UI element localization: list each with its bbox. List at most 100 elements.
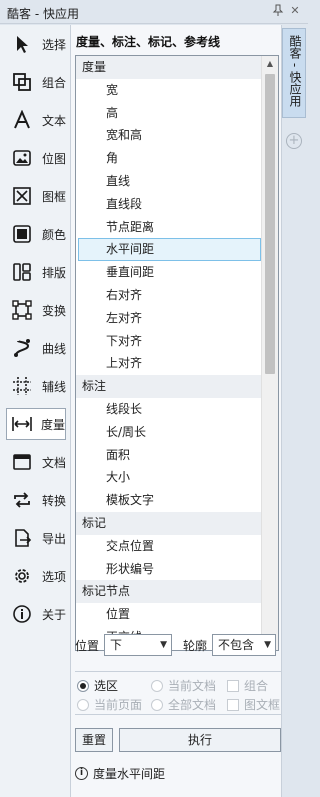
scrollbar-thumb[interactable]: [265, 74, 275, 374]
position-select-value: 下: [110, 638, 123, 652]
sidebar-item-options[interactable]: 选项: [6, 560, 66, 592]
window-titlebar: 酷客 - 快应用 ✕: [0, 0, 308, 24]
sidebar-item-label: 文本: [41, 113, 66, 128]
measure-panel: 度量、标注、标记、参考线 度量宽高宽和高角直线 直线段 节点距离 水平间距 垂直间距 右对…: [70, 25, 282, 797]
list-item[interactable]: 线段长: [76, 398, 263, 421]
sidebar-item-label: 度量: [41, 417, 66, 432]
sidebar-item-label: 文档: [41, 455, 66, 470]
chevron-down-icon: ▼: [264, 640, 272, 650]
list-item[interactable]: 大小: [76, 466, 263, 489]
scroll-up-icon[interactable]: ▲: [262, 56, 278, 72]
sidebar-item-convert[interactable]: 转换: [6, 484, 66, 516]
list-item[interactable]: 宽: [76, 79, 263, 102]
list-item[interactable]: 直线: [76, 170, 263, 193]
sidebar-item-label: 组合: [41, 75, 66, 90]
list-item[interactable]: 位置: [76, 603, 263, 626]
dock-tab-quick-apps[interactable]: 酷客 - 快应用: [282, 28, 306, 118]
measure-list-items: 度量宽高宽和高角直线 直线段 节点距离 水平间距 垂直间距 右对齐 左对齐 下对齐 上对齐 标注线…: [76, 56, 263, 649]
group-squares-icon: [10, 70, 34, 94]
list-item[interactable]: 宽和高: [76, 124, 263, 147]
reset-button[interactable]: 重置: [75, 728, 113, 752]
scope-current-page-label: 当前页面: [94, 698, 143, 712]
export-icon: [10, 526, 34, 550]
list-item[interactable]: 垂直间距: [76, 261, 263, 284]
right-dock: 酷客 - 快应用 +: [282, 25, 308, 797]
sidebar: 选择 组合 文本 位图 图框 颜色 排版 变换 曲线 辅线 度量 文档 转换 导…: [0, 25, 70, 797]
sidebar-item-select[interactable]: 选择: [6, 28, 66, 60]
chevron-down-icon: ▼: [160, 640, 168, 650]
sidebar-item-label: 辅线: [41, 379, 66, 394]
sidebar-item-export[interactable]: 导出: [6, 522, 66, 554]
outline-select[interactable]: 不包含 ▼: [212, 634, 277, 656]
cursor-arrow-icon: [10, 32, 34, 56]
scope-group-label: 组合: [244, 679, 269, 693]
sidebar-item-bitmap[interactable]: 位图: [6, 142, 66, 174]
list-item[interactable]: 右对齐: [76, 284, 263, 307]
dock-tab-label: 酷客 - 快应用: [288, 35, 302, 107]
sidebar-item-guides[interactable]: 辅线: [6, 370, 66, 402]
sidebar-item-layout[interactable]: 排版: [6, 256, 66, 288]
list-item[interactable]: 交点位置: [76, 535, 263, 558]
list-scrollbar[interactable]: ▲ ▼: [261, 56, 278, 650]
pin-icon[interactable]: [271, 4, 285, 18]
checkbox-icon: [227, 679, 239, 692]
list-item[interactable]: 角: [76, 147, 263, 170]
color-square-icon: [10, 222, 34, 246]
close-icon[interactable]: ✕: [288, 4, 302, 18]
scope-current-page-radio[interactable]: 当前页面: [77, 696, 142, 713]
list-item[interactable]: 直线段: [76, 193, 263, 216]
image-icon: [10, 146, 34, 170]
info-icon: [10, 602, 34, 626]
radio-icon: [77, 698, 89, 711]
sidebar-item-measure[interactable]: 度量: [6, 408, 66, 440]
radio-icon: [151, 698, 163, 711]
list-item[interactable]: 下对齐: [76, 330, 263, 353]
scope-image-frame-checkbox[interactable]: 图文框: [227, 696, 280, 713]
position-outline-row: 位置 下 ▼ 轮廓 不包含 ▼: [75, 633, 281, 657]
document-icon: [10, 450, 34, 474]
list-group-header: 标记: [76, 511, 263, 535]
measure-list[interactable]: 度量宽高宽和高角直线 直线段 节点距离 水平间距 垂直间距 右对齐 左对齐 下对齐 上对齐 标注线…: [75, 55, 279, 651]
list-item[interactable]: 面积: [76, 444, 263, 467]
list-item[interactable]: 形状编号: [76, 558, 263, 581]
list-item[interactable]: 模板文字: [76, 489, 263, 512]
sidebar-item-curve[interactable]: 曲线: [6, 332, 66, 364]
list-group-header: 标注: [76, 375, 263, 398]
list-item[interactable]: 水平间距: [78, 238, 261, 262]
sidebar-item-text[interactable]: 文本: [6, 104, 66, 136]
sidebar-item-transform[interactable]: 变换: [6, 294, 66, 326]
list-group-header: 标记节点: [76, 580, 263, 604]
radio-icon: [151, 679, 163, 692]
position-select[interactable]: 下 ▼: [104, 634, 173, 656]
scope-all-docs-label: 全部文档: [168, 698, 217, 712]
text-a-icon: [10, 108, 34, 132]
list-item[interactable]: 左对齐: [76, 307, 263, 330]
sidebar-item-frame[interactable]: 图框: [6, 180, 66, 212]
list-group-header: 度量: [76, 56, 263, 79]
checkbox-icon: [227, 698, 239, 711]
sidebar-item-group[interactable]: 组合: [6, 66, 66, 98]
sidebar-item-label: 图框: [41, 189, 66, 204]
sidebar-item-color[interactable]: 颜色: [6, 218, 66, 250]
scope-group-checkbox[interactable]: 组合: [227, 677, 268, 694]
sidebar-item-label: 关于: [41, 607, 66, 622]
sidebar-item-document[interactable]: 文档: [6, 446, 66, 478]
list-item[interactable]: 长/周长: [76, 421, 263, 444]
scope-all-docs-radio[interactable]: 全部文档: [151, 696, 216, 713]
sidebar-item-about[interactable]: 关于: [6, 598, 66, 630]
scope-selection-radio[interactable]: 选区: [77, 677, 118, 694]
gear-icon: [10, 564, 34, 588]
transform-icon: [10, 298, 34, 322]
sidebar-item-label: 曲线: [41, 341, 66, 356]
scope-current-doc-radio[interactable]: 当前文档: [151, 677, 216, 694]
layout-columns-icon: [10, 260, 34, 284]
list-item[interactable]: 节点距离: [76, 216, 263, 239]
plus-circle-icon[interactable]: +: [286, 133, 302, 149]
window-title: 酷客 - 快应用: [7, 7, 79, 21]
outline-select-value: 不包含: [218, 638, 255, 652]
execute-button[interactable]: 执行: [119, 728, 281, 752]
measure-icon: [11, 412, 33, 436]
list-item[interactable]: 上对齐: [76, 352, 263, 375]
list-item[interactable]: 高: [76, 102, 263, 125]
panel-heading: 度量、标注、标记、参考线: [76, 35, 221, 49]
